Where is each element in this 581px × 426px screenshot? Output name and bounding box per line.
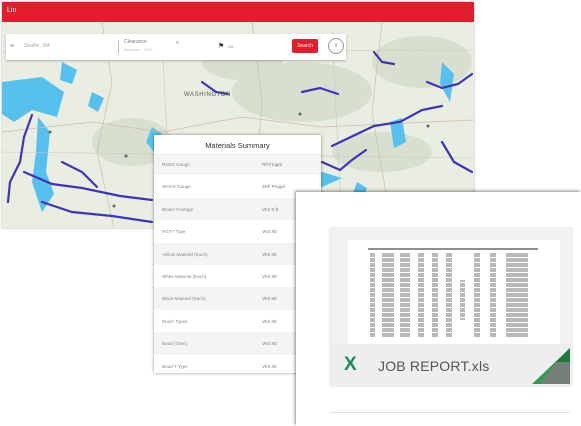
file-name-strip: X JOB REPORT.xls: [330, 344, 572, 386]
chevron-down-icon[interactable]: ▾: [176, 40, 179, 46]
summary-row-label: White Material (Each): [162, 273, 207, 279]
summary-row-label: WHAS Gauge: [162, 184, 191, 190]
app-title: Lin: [7, 7, 17, 14]
summary-row-value: Vtnl Xtl: [262, 229, 277, 235]
clearance-select-value: Clearance: [124, 39, 147, 45]
menu-icon[interactable]: ≡: [10, 43, 14, 50]
summary-row-value: 3SF Frugal: [262, 184, 285, 190]
summary-row-value: Vtnl Xtl: [262, 363, 277, 369]
excel-x-icon: X: [344, 354, 357, 375]
country-label: US: [228, 44, 234, 49]
summary-row-label: RNSS Gauge: [162, 162, 190, 167]
summary-row-label: Bloom Footage: [162, 206, 194, 212]
summary-row-label: PGTY Type: [162, 229, 186, 235]
excel-file-card[interactable]: X JOB REPORT.xls: [330, 228, 572, 386]
summary-row-value: Rfl Frugal: [262, 162, 282, 167]
summary-row-label: Yellow Material (Each): [162, 251, 208, 257]
summary-row-label: Bead (Gem): [162, 341, 188, 347]
flag-icon[interactable]: ⚑: [218, 42, 224, 50]
summary-row-value: Vtnl S ft: [262, 206, 279, 212]
summary-row-value: Vtnl Xtl: [262, 273, 277, 279]
toolbar-divider: [118, 40, 119, 54]
summary-row-value: Vtnl Xtl: [262, 341, 277, 347]
summary-row-label: Bead T Type: [162, 363, 188, 369]
spreadsheet-header-row: [368, 248, 538, 250]
app-titlebar: Lin: [2, 2, 474, 22]
file-corner-icon: [532, 348, 570, 384]
spreadsheet-preview: [348, 240, 560, 344]
search-button[interactable]: Search: [292, 39, 318, 53]
summary-row-value: Vtnl Xtl: [262, 251, 277, 257]
panel-divider: [330, 412, 570, 413]
summary-row: RNSS Gauge Rfl Frugal: [154, 153, 321, 176]
clearance-select-sub: Minimum · 13'6": [124, 47, 153, 52]
summary-row-value: Vtnl Xtl: [262, 318, 277, 324]
clearance-select[interactable]: Clearance Minimum · 13'6": [124, 39, 153, 53]
location-search-input[interactable]: Seattle, WA: [24, 43, 50, 49]
map-region-label: WASHINGTON: [184, 92, 232, 98]
file-name[interactable]: JOB REPORT.xls: [378, 358, 489, 374]
summary-row-label: Black Material (Each): [162, 296, 206, 302]
map-toolbar: ≡ Seattle, WA Clearance Minimum · 13'6" …: [6, 34, 346, 60]
summary-row-label: Brush Types: [162, 318, 188, 324]
materials-summary-title: Materials Summary: [205, 141, 270, 150]
info-icon[interactable]: i: [328, 38, 344, 54]
summary-row-value: Vtnl Xtl: [262, 296, 277, 302]
file-download-panel: X JOB REPORT.xls: [296, 192, 581, 426]
